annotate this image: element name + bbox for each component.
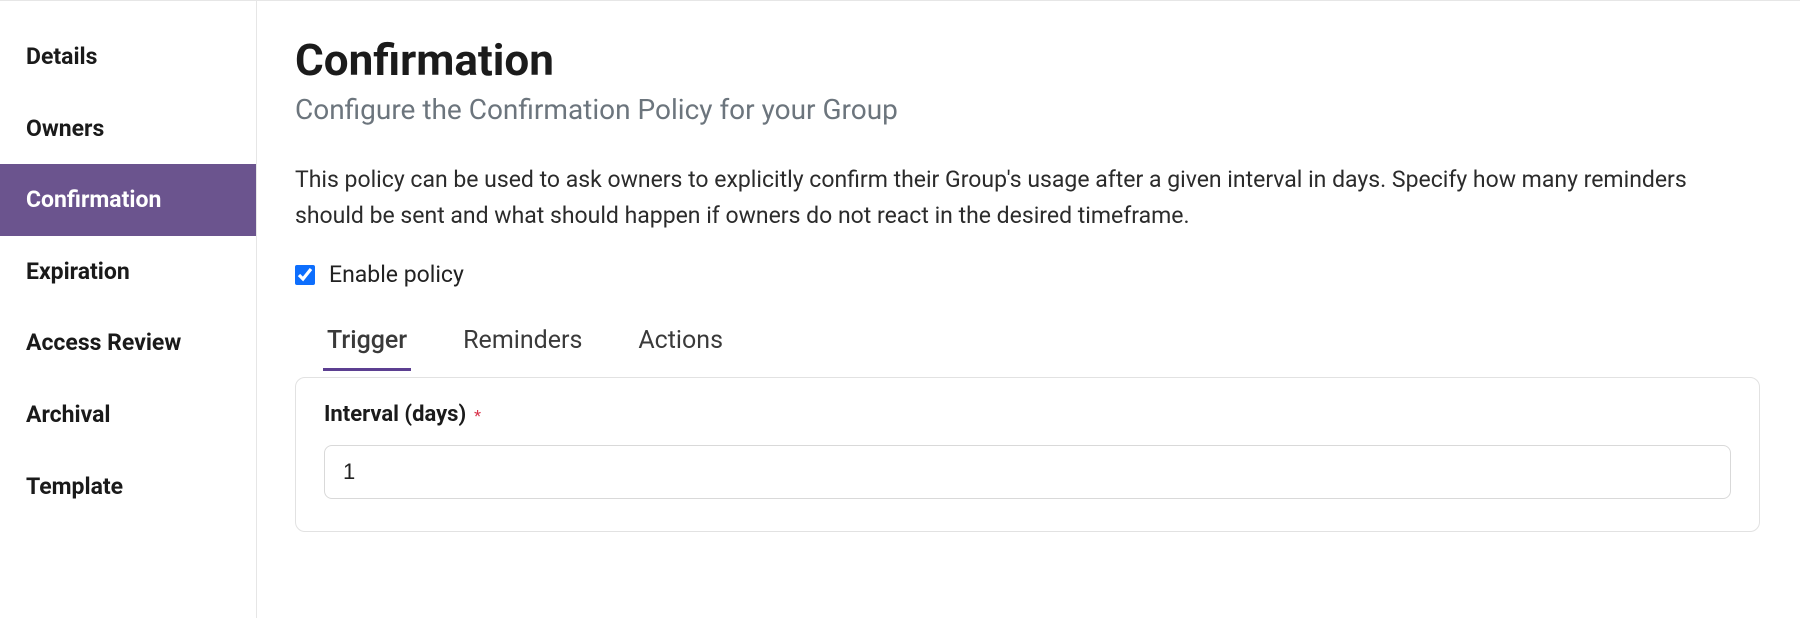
sidebar-item-expiration[interactable]: Expiration: [0, 236, 256, 308]
tab-label: Actions: [638, 326, 723, 355]
sidebar-item-label: Details: [26, 43, 97, 70]
required-mark: *: [474, 406, 481, 425]
tab-actions[interactable]: Actions: [634, 318, 727, 371]
sidebar-item-owners[interactable]: Owners: [0, 93, 256, 165]
sidebar-item-label: Owners: [26, 115, 104, 142]
sidebar-item-archival[interactable]: Archival: [0, 379, 256, 451]
sidebar-item-access-review[interactable]: Access Review: [0, 307, 256, 379]
sidebar-item-label: Template: [26, 473, 123, 500]
sidebar-item-details[interactable]: Details: [0, 21, 256, 93]
tab-trigger[interactable]: Trigger: [323, 318, 411, 371]
interval-label-row: Interval (days) *: [324, 402, 1731, 427]
sidebar-item-label: Archival: [26, 401, 111, 428]
tab-label: Trigger: [327, 326, 407, 355]
app-root: Details Owners Confirmation Expiration A…: [0, 0, 1800, 618]
page-subtitle: Configure the Confirmation Policy for yo…: [295, 92, 1760, 128]
enable-policy-label[interactable]: Enable policy: [329, 261, 464, 288]
trigger-panel: Interval (days) *: [295, 377, 1760, 532]
tab-label: Reminders: [463, 326, 582, 355]
sidebar-item-confirmation[interactable]: Confirmation: [0, 164, 256, 236]
enable-policy-checkbox[interactable]: [295, 265, 315, 285]
sidebar: Details Owners Confirmation Expiration A…: [0, 1, 257, 618]
page-title: Confirmation: [295, 35, 1760, 86]
main-content: Confirmation Configure the Confirmation …: [257, 1, 1800, 618]
tabs: Trigger Reminders Actions: [295, 318, 1760, 371]
enable-policy-row: Enable policy: [295, 261, 1760, 288]
sidebar-item-label: Expiration: [26, 258, 130, 285]
interval-input[interactable]: [324, 445, 1731, 499]
page-description: This policy can be used to ask owners to…: [295, 162, 1760, 233]
tab-reminders[interactable]: Reminders: [459, 318, 586, 371]
interval-label: Interval (days): [324, 402, 466, 427]
sidebar-item-template[interactable]: Template: [0, 451, 256, 523]
sidebar-item-label: Access Review: [26, 329, 181, 356]
sidebar-item-label: Confirmation: [26, 186, 161, 213]
